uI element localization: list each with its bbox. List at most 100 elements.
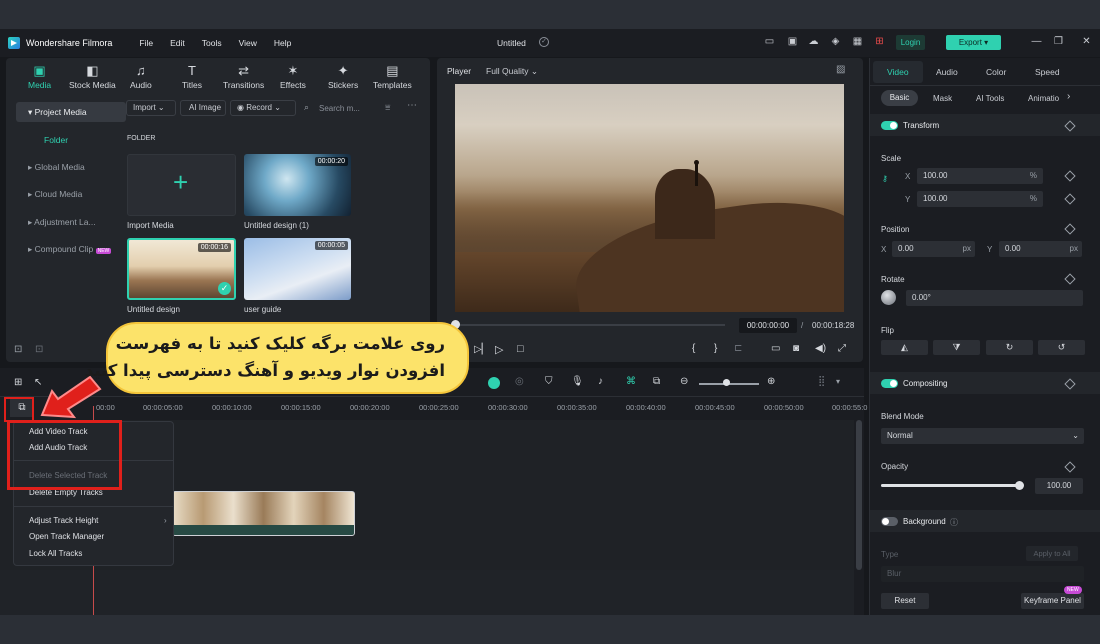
- subtab-animation[interactable]: Animatio: [1028, 94, 1059, 103]
- menu-item-open-track-manager[interactable]: Open Track Manager: [29, 532, 104, 541]
- playback-progress[interactable]: [455, 324, 725, 326]
- tab-color[interactable]: Color: [986, 67, 1006, 77]
- close-icon[interactable]: ✕: [1081, 37, 1092, 47]
- rotate-ccw-button[interactable]: ↺: [1038, 340, 1085, 355]
- link-icon[interactable]: ⚷: [882, 174, 888, 183]
- background-type-select[interactable]: Blur: [881, 566, 1084, 582]
- info-icon[interactable]: ⓘ: [950, 517, 958, 528]
- mark-in-icon[interactable]: {: [692, 343, 695, 354]
- keyframe-icon[interactable]: [1064, 223, 1076, 235]
- video-preview[interactable]: [455, 84, 844, 312]
- position-x-input[interactable]: 0.00 px: [892, 241, 975, 257]
- screen-icon[interactable]: ▭: [764, 37, 775, 47]
- sidebar-item-compound-clip[interactable]: ▸ Compound Clip NEW: [16, 239, 126, 259]
- tab-media[interactable]: ▣ Media: [28, 64, 51, 91]
- tab-transitions[interactable]: ⇄ Transitions: [223, 64, 264, 91]
- menu-edit[interactable]: Edit: [170, 38, 185, 48]
- clip-thumbnail-selected[interactable]: 00:00:16 ✓: [127, 238, 236, 300]
- zoom-out-icon[interactable]: ⊖: [680, 376, 688, 387]
- rotate-input[interactable]: 0.00°: [906, 290, 1083, 306]
- clip-thumbnail[interactable]: 00:00:05: [244, 238, 351, 300]
- subtab-ai-tools[interactable]: AI Tools: [976, 94, 1004, 103]
- minimize-icon[interactable]: —: [1031, 37, 1042, 47]
- ai-icon[interactable]: [488, 377, 500, 389]
- login-button[interactable]: Login: [896, 35, 925, 50]
- keyframe-icon[interactable]: [1064, 170, 1076, 182]
- keyframe-panel-button[interactable]: Keyframe Panel: [1021, 593, 1084, 609]
- mic-icon[interactable]: 🎙: [571, 376, 584, 387]
- import-media-tile[interactable]: +: [127, 154, 236, 216]
- import-button[interactable]: Import ⌄: [126, 100, 176, 116]
- tab-stickers[interactable]: ✦ Stickers: [328, 64, 358, 91]
- stop-icon[interactable]: □: [517, 343, 524, 355]
- apply-to-all-button[interactable]: Apply to All: [1026, 546, 1078, 561]
- folder-icon[interactable]: ⊡: [35, 344, 43, 355]
- menu-tools[interactable]: Tools: [202, 38, 222, 48]
- blend-mode-select[interactable]: Normal ⌄: [881, 428, 1084, 444]
- music-note-icon[interactable]: ♪: [598, 376, 603, 387]
- quality-select[interactable]: Full Quality ⌄: [486, 66, 538, 77]
- snap-icon[interactable]: ⌘: [626, 376, 636, 387]
- tab-audio[interactable]: Audio: [936, 67, 958, 77]
- camera-icon[interactable]: ◙: [793, 343, 799, 354]
- subtab-basic[interactable]: Basic: [881, 90, 918, 106]
- play-icon[interactable]: ▷: [495, 343, 503, 356]
- keyframe-icon[interactable]: [1064, 461, 1076, 473]
- tab-speed[interactable]: Speed: [1035, 67, 1060, 77]
- rotate-dial[interactable]: [881, 290, 896, 305]
- mark-out-icon[interactable]: }: [714, 343, 717, 354]
- opacity-input[interactable]: 100.00: [1035, 478, 1083, 494]
- cloud-icon[interactable]: ☁: [808, 37, 819, 47]
- grid-icon[interactable]: ▦: [852, 37, 863, 47]
- menu-item-lock-all-tracks[interactable]: Lock All Tracks: [29, 549, 82, 558]
- keyframe-icon[interactable]: [1064, 193, 1076, 205]
- scale-x-input[interactable]: 100.00%: [917, 168, 1043, 184]
- sidebar-item-global-media[interactable]: ▸ Global Media: [16, 157, 126, 177]
- zoom-handle[interactable]: [723, 379, 730, 386]
- grid-icon[interactable]: ⣿: [818, 376, 825, 387]
- menu-help[interactable]: Help: [274, 38, 291, 48]
- menu-file[interactable]: File: [139, 38, 153, 48]
- chevron-down-icon[interactable]: ▾: [836, 377, 840, 386]
- render-icon[interactable]: ◎: [515, 376, 524, 387]
- keyframe-icon[interactable]: [1064, 273, 1076, 285]
- new-folder-icon[interactable]: ⊡: [14, 344, 22, 355]
- ai-image-button[interactable]: AI Image: [180, 100, 226, 116]
- tab-audio[interactable]: ♫ Audio: [130, 64, 152, 91]
- compositing-toggle[interactable]: [881, 379, 898, 388]
- display-icon[interactable]: ▭: [771, 343, 780, 354]
- tab-effects[interactable]: ✶ Effects: [280, 64, 306, 91]
- search-input[interactable]: Search m...: [319, 104, 360, 113]
- chevron-right-icon[interactable]: ›: [1067, 91, 1070, 102]
- tab-video[interactable]: Video: [887, 67, 909, 77]
- rotate-cw-button[interactable]: ↻: [986, 340, 1033, 355]
- fullscreen-icon[interactable]: ⤢: [838, 343, 846, 354]
- flip-horizontal-button[interactable]: ◭: [881, 340, 928, 355]
- reset-button[interactable]: Reset: [881, 593, 929, 609]
- scale-y-input[interactable]: 100.00%: [917, 191, 1043, 207]
- volume-icon[interactable]: ◀): [815, 343, 826, 354]
- sidebar-folder[interactable]: Folder: [44, 135, 68, 145]
- zoom-in-icon[interactable]: ⊕: [767, 376, 775, 387]
- split-icon[interactable]: ⧉: [653, 376, 660, 387]
- save-icon[interactable]: ▣: [787, 37, 798, 47]
- background-toggle[interactable]: [881, 517, 898, 526]
- sidebar-item-cloud-media[interactable]: ▸ Cloud Media: [16, 184, 126, 204]
- record-button[interactable]: ◉ Record ⌄: [230, 100, 296, 116]
- step-forward-icon[interactable]: ▷▏: [474, 344, 489, 355]
- tab-titles[interactable]: T Titles: [182, 64, 202, 91]
- menu-view[interactable]: View: [239, 38, 257, 48]
- position-y-input[interactable]: 0.00 px: [999, 241, 1082, 257]
- sidebar-item-project-media[interactable]: ▾ Project Media: [16, 102, 126, 122]
- filter-icon[interactable]: ⩸: [385, 102, 390, 113]
- more-icon[interactable]: ⋯: [407, 100, 417, 111]
- menu-item-adjust-track-height[interactable]: Adjust Track Height: [29, 516, 98, 525]
- transform-toggle[interactable]: [881, 121, 898, 130]
- subtab-mask[interactable]: Mask: [933, 94, 952, 103]
- clip-thumbnail[interactable]: 00:00:20: [244, 154, 351, 216]
- maximize-icon[interactable]: ❐: [1053, 37, 1064, 47]
- gift-icon[interactable]: ◈: [830, 37, 841, 47]
- snapshot-view-icon[interactable]: ▨: [836, 64, 845, 75]
- shield-icon[interactable]: ⛉: [545, 376, 553, 387]
- opacity-handle[interactable]: [1015, 481, 1024, 490]
